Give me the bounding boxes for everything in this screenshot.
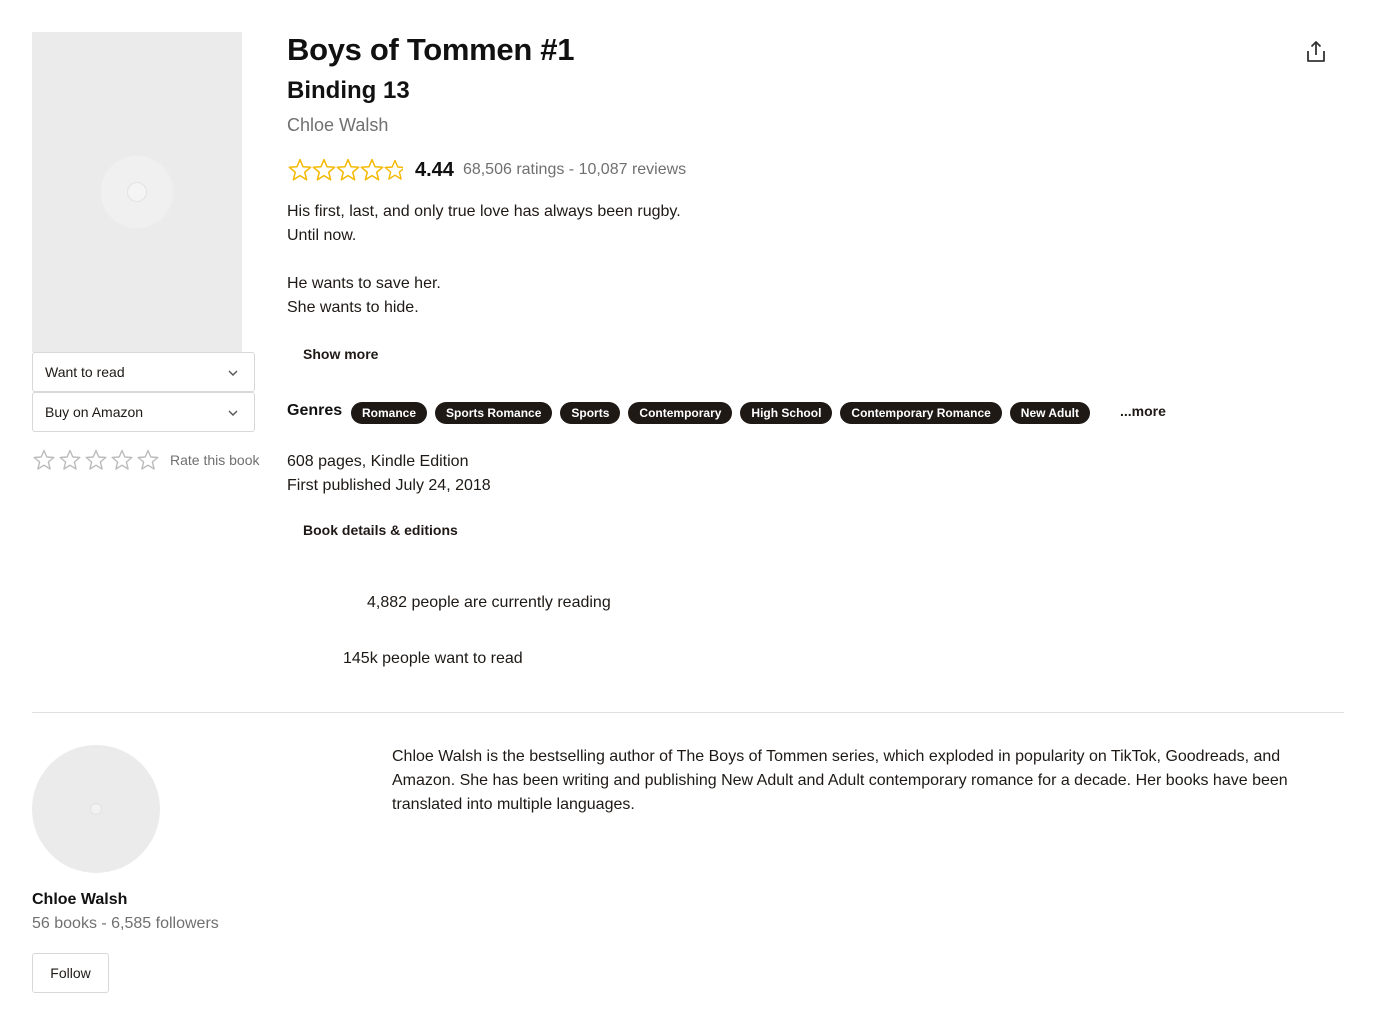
first-published: First published July 24, 2018 [287,477,491,494]
ratings-reviews-count: 68,506 ratings - 10,087 reviews [462,161,687,178]
author-name-link[interactable]: Chloe Walsh [32,891,127,909]
star-icon[interactable] [84,448,108,472]
description-line: Until now. [287,227,357,244]
want-to-read-button[interactable]: Want to read [32,352,255,392]
author-stats: 56 books - 6,585 followers [32,915,219,932]
rate-this-book[interactable]: Rate this book [32,448,260,472]
book-cover-placeholder [32,32,242,352]
genre-list: Romance Sports Romance Sports Contempora… [351,402,1098,424]
star-icon[interactable] [110,448,134,472]
image-placeholder-icon [101,156,173,228]
author-bio: Chloe Walsh is the bestselling author of… [392,748,1288,813]
average-rating: 4.44 [415,158,454,181]
genres-more-link[interactable]: ...more [1120,403,1166,419]
buy-label: Buy on Amazon [45,404,144,420]
book-subtitle: Binding 13 [287,77,410,104]
author-avatar[interactable] [32,745,160,873]
rate-this-book-label: Rate this book [170,452,260,468]
star-icon [336,158,360,181]
average-rating-stars [287,157,403,183]
star-icon [288,158,312,181]
rating-summary[interactable]: 4.44 68,506 ratings - 10,087 reviews [287,156,686,184]
book-title: Boys of Tommen #1 [287,32,575,67]
buy-on-amazon-button[interactable]: Buy on Amazon [32,392,255,432]
want-to-read-count: 145k people want to read [343,650,523,667]
share-icon[interactable] [1303,39,1329,65]
chevron-down-icon [228,410,238,416]
image-placeholder-icon [90,803,102,815]
genre-chip[interactable]: Contemporary Romance [840,402,1002,424]
book-author-link[interactable]: Chloe Walsh [287,115,388,136]
chevron-down-icon [228,370,238,376]
star-icon [360,158,384,181]
description-line: She wants to hide. [287,299,419,316]
genre-chip[interactable]: Romance [351,402,428,424]
pages-format: 608 pages, Kindle Edition [287,453,469,470]
rating-input-stars[interactable] [32,448,162,472]
star-icon[interactable] [136,448,160,472]
star-icon[interactable] [32,448,56,472]
follow-button[interactable]: Follow [32,953,109,993]
genre-chip[interactable]: Sports [560,402,621,424]
genre-chip[interactable]: High School [740,402,833,424]
genres-label: Genres [287,402,343,419]
genre-chip[interactable]: Contemporary [628,402,733,424]
book-edition-info: 608 pages, Kindle Edition First publishe… [287,450,491,498]
star-icon [384,159,403,180]
star-icon [312,158,336,181]
description-line: He wants to save her. [287,275,441,292]
section-divider [32,712,1344,713]
currently-reading-count: 4,882 people are currently reading [367,594,611,611]
description-line: His first, last, and only true love has … [287,203,681,220]
want-to-read-label: Want to read [45,364,125,380]
star-icon[interactable] [58,448,82,472]
book-description: His first, last, and only true love has … [287,200,987,320]
show-more-button[interactable]: Show more [303,346,378,362]
genre-chip[interactable]: Sports Romance [435,402,553,424]
book-details-editions-button[interactable]: Book details & editions [303,522,458,538]
genre-chip[interactable]: New Adult [1009,402,1091,424]
